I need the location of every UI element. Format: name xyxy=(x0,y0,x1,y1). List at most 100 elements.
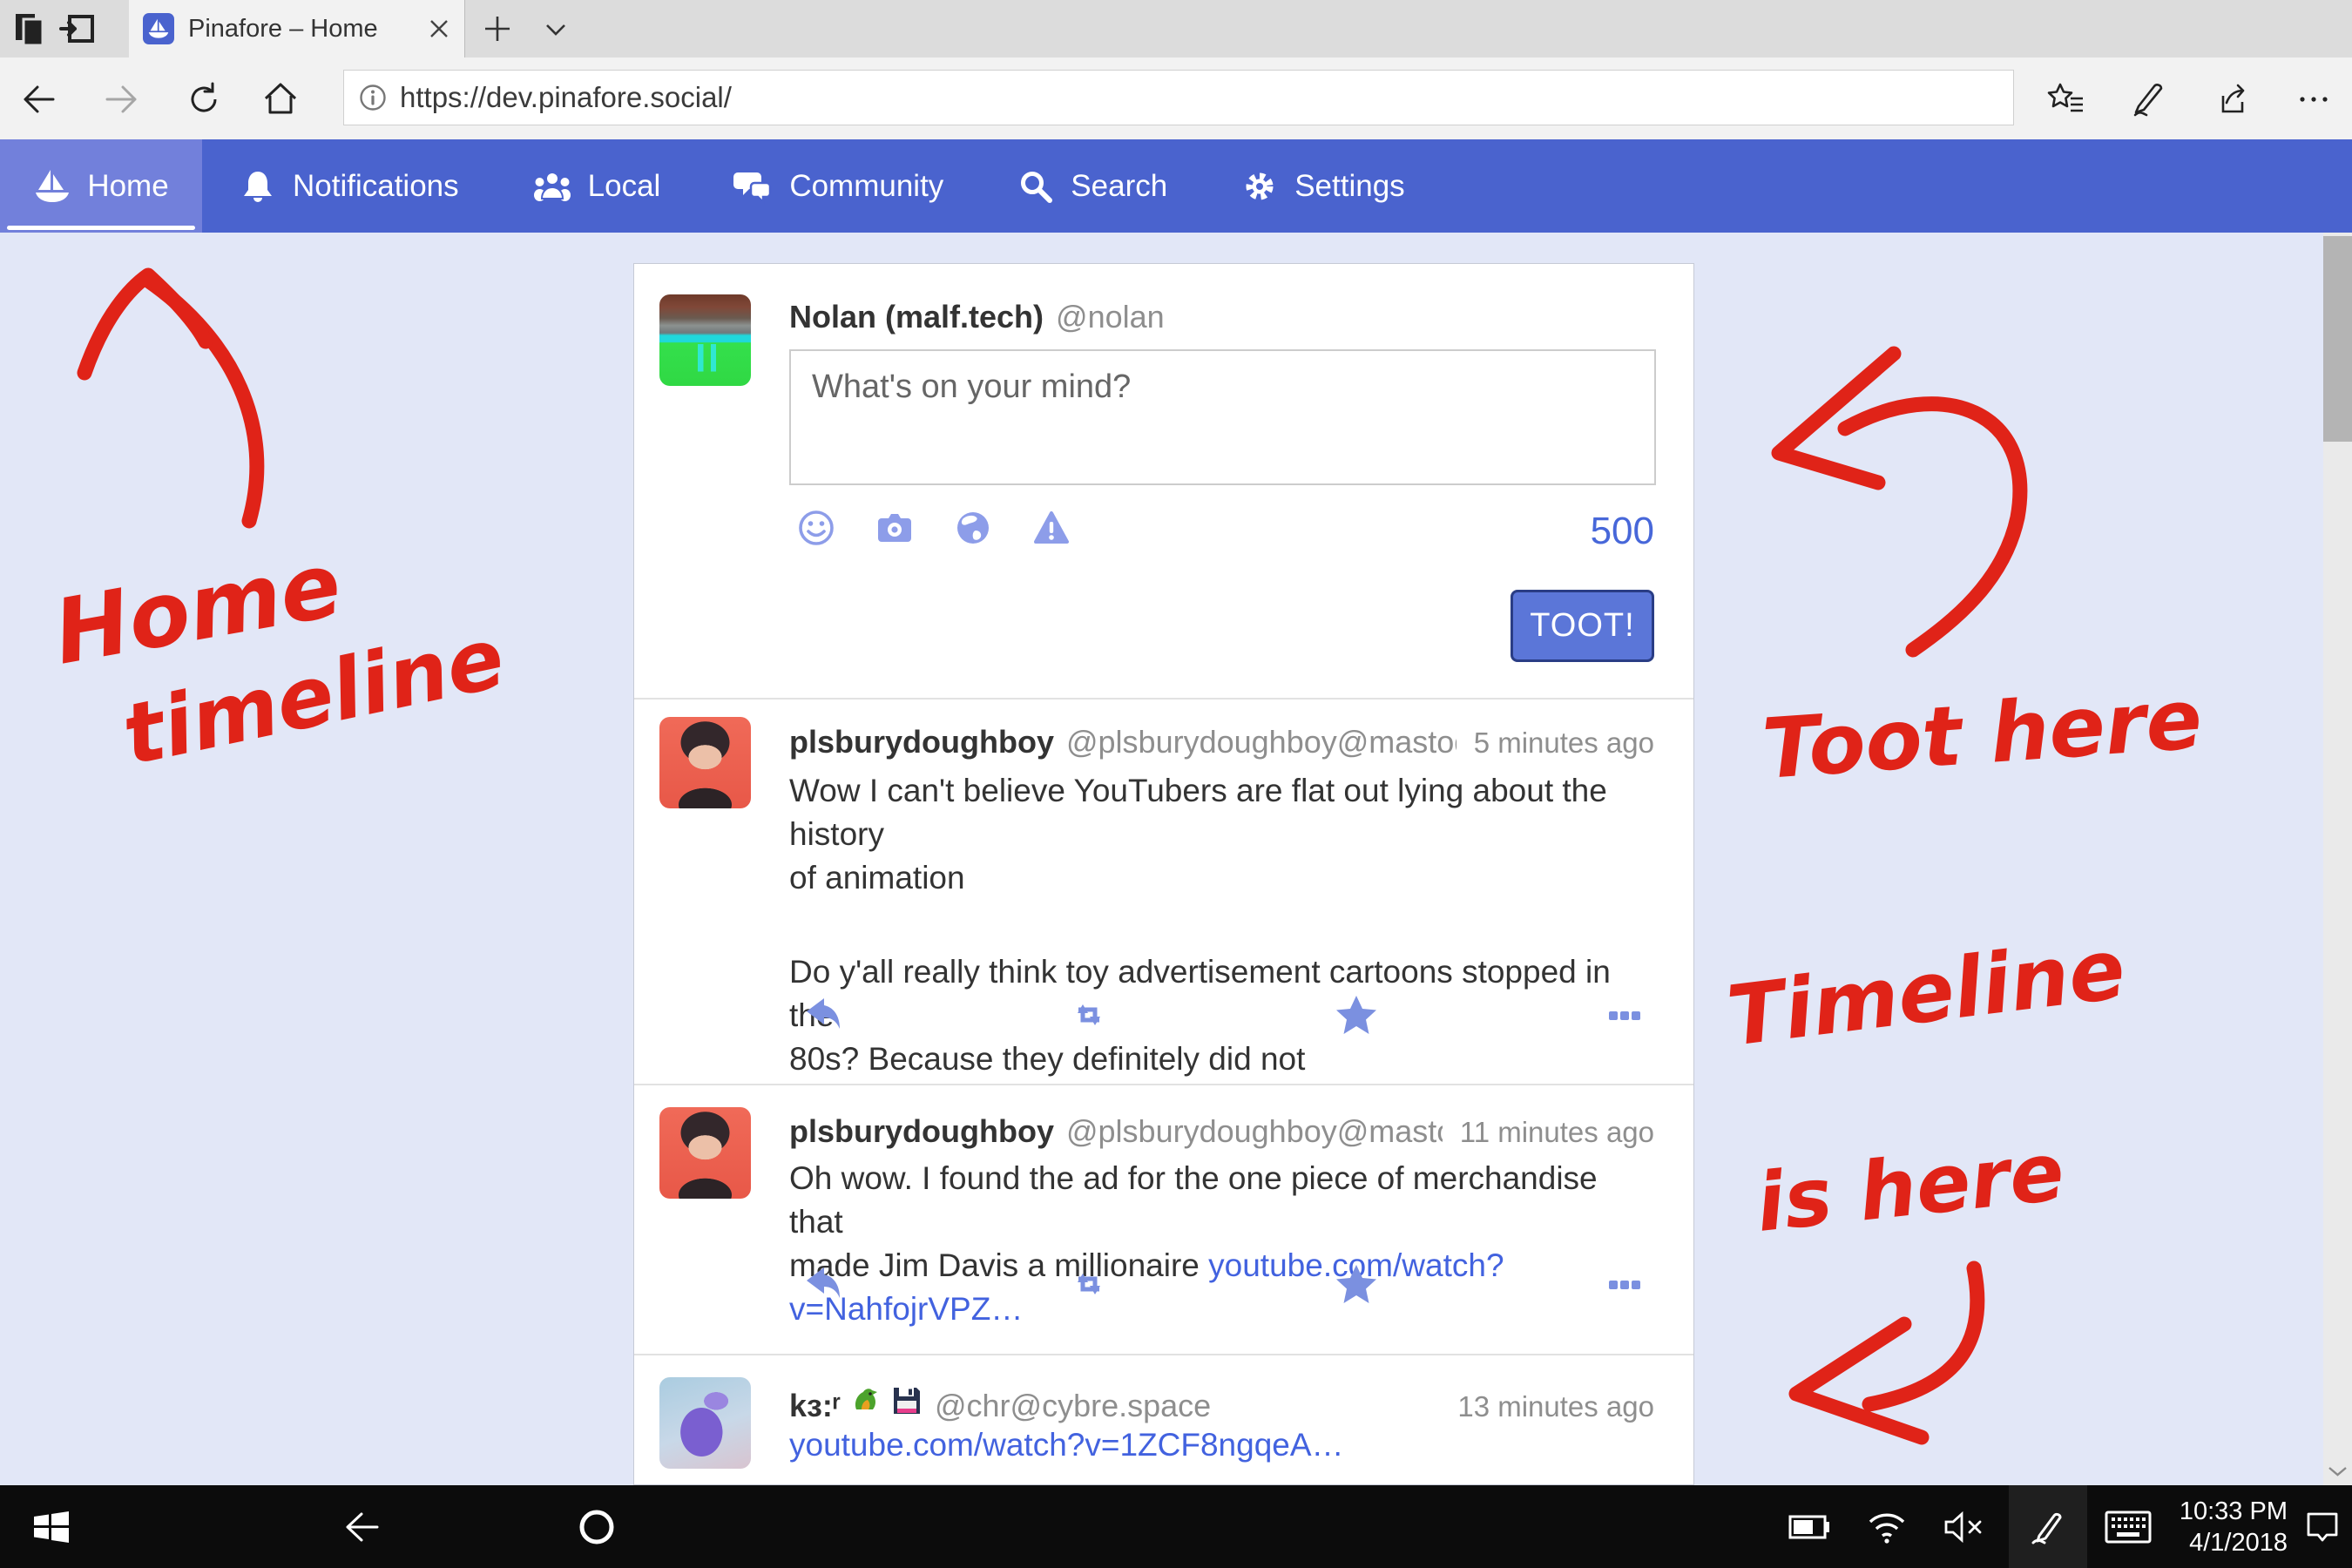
browser-forward-icon[interactable] xyxy=(98,75,146,124)
compose-user: Nolan (malf.tech)@nolan xyxy=(789,299,1165,335)
post-handle[interactable]: @plsburydoughboy@mastodon.so… xyxy=(1066,724,1456,760)
browser-more-icon[interactable] xyxy=(2289,75,2338,124)
post-display-name[interactable]: kз:ʳ xyxy=(789,1388,841,1424)
compose-display-name: Nolan (malf.tech) xyxy=(789,299,1044,335)
sailboat-icon xyxy=(33,167,71,206)
post-text-line: Oh wow. I found the ad for the one piece… xyxy=(789,1157,1654,1244)
scrollbar-down-icon[interactable] xyxy=(2327,1464,2349,1478)
emoji-icon[interactable] xyxy=(796,508,836,548)
favorite-star-icon[interactable] xyxy=(1334,1261,1379,1307)
post-handle[interactable]: @plsburydoughboy@mastodon.s… xyxy=(1066,1113,1443,1150)
post-timestamp[interactable]: 11 minutes ago xyxy=(1460,1116,1654,1149)
post-link[interactable]: youtube.com/watch?v=1ZCF8ngqeA… xyxy=(789,1427,1344,1463)
taskbar: 10:33 PM 4/1/2018 xyxy=(0,1485,2352,1568)
clock-time: 10:33 PM xyxy=(2180,1496,2288,1527)
battery-icon xyxy=(1788,1510,1832,1544)
boost-icon[interactable] xyxy=(1066,992,1112,1037)
reply-icon[interactable] xyxy=(798,992,843,1037)
nav-home[interactable]: Home xyxy=(0,139,202,233)
avatar[interactable] xyxy=(659,1377,751,1469)
avatar[interactable] xyxy=(659,1107,751,1199)
nav-community-label: Community xyxy=(789,169,943,204)
battery-tray-icon[interactable] xyxy=(1779,1485,1842,1568)
browser-back-icon[interactable] xyxy=(14,75,63,124)
nav-local[interactable]: Local xyxy=(496,139,698,233)
share-icon[interactable] xyxy=(2207,75,2256,124)
site-info-icon[interactable] xyxy=(358,83,388,112)
char-counter: 500 xyxy=(1591,510,1654,553)
camera-icon[interactable] xyxy=(875,508,915,548)
browser-home-icon[interactable] xyxy=(256,75,305,124)
content-warning-icon[interactable] xyxy=(1031,508,1071,548)
tab-close-icon[interactable] xyxy=(428,17,450,40)
post-more-icon[interactable] xyxy=(1602,1261,1647,1307)
compose-box: Nolan (malf.tech)@nolan 500 TOOT! xyxy=(634,264,1693,698)
post-display-name[interactable]: plsburydoughboy xyxy=(789,724,1054,760)
nav-notifications-label: Notifications xyxy=(293,169,459,204)
post-text-line: 80s? Because they definitely did not xyxy=(789,1037,1654,1081)
compose-input[interactable] xyxy=(789,349,1656,485)
tab-preview-icon[interactable] xyxy=(56,9,101,49)
chat-bubbles-icon xyxy=(733,167,774,206)
taskbar-back-button[interactable] xyxy=(314,1485,409,1568)
volume-tray-icon[interactable] xyxy=(1932,1485,1995,1568)
keyboard-icon xyxy=(2105,1509,2152,1545)
action-center-button[interactable] xyxy=(2293,1485,2352,1568)
wifi-tray-icon[interactable] xyxy=(1855,1485,1918,1568)
web-note-pen-icon[interactable] xyxy=(2126,75,2174,124)
post-actions xyxy=(798,1261,1647,1307)
post-display-name[interactable]: plsburydoughboy xyxy=(789,1113,1054,1150)
windows-logo-icon xyxy=(30,1506,72,1548)
nav-search-label: Search xyxy=(1071,169,1167,204)
nav-settings[interactable]: Settings xyxy=(1204,139,1441,233)
nav-search[interactable]: Search xyxy=(980,139,1204,233)
post-text-line: of animation xyxy=(789,856,1654,900)
favorites-hub-icon[interactable] xyxy=(2042,75,2091,124)
post-timestamp[interactable]: 5 minutes ago xyxy=(1474,727,1654,760)
start-button[interactable] xyxy=(12,1485,91,1568)
page-scrollbar[interactable] xyxy=(2323,233,2352,1485)
post-actions xyxy=(798,992,1647,1037)
nav-notifications[interactable]: Notifications xyxy=(202,139,496,233)
pen-icon xyxy=(2027,1506,2069,1548)
pen-tray-button[interactable] xyxy=(2009,1485,2087,1568)
post-timestamp[interactable]: 13 minutes ago xyxy=(1457,1390,1654,1423)
nav-settings-label: Settings xyxy=(1294,169,1404,204)
post-content: youtube.com/watch?v=1ZCF8ngqeA… xyxy=(789,1423,1654,1467)
nav-community[interactable]: Community xyxy=(697,139,980,233)
cortana-button[interactable] xyxy=(549,1485,645,1568)
dragon-emoji-icon xyxy=(849,1383,882,1416)
favorite-star-icon[interactable] xyxy=(1334,992,1379,1037)
browser-refresh-icon[interactable] xyxy=(179,75,228,124)
tab-list-dropdown-icon[interactable] xyxy=(533,9,578,49)
toot-button[interactable]: TOOT! xyxy=(1511,590,1654,662)
post-handle[interactable]: @chr@cybre.space xyxy=(935,1388,1440,1424)
speaker-mute-icon xyxy=(1942,1509,1985,1545)
post-more-icon[interactable] xyxy=(1602,992,1647,1037)
avatar[interactable] xyxy=(659,294,751,386)
browser-tab[interactable]: Pinafore – Home xyxy=(129,0,465,57)
pinafore-navbar: Home Notifications Local Community Searc… xyxy=(0,139,2352,233)
touch-keyboard-button[interactable] xyxy=(2091,1485,2166,1568)
tab-title: Pinafore – Home xyxy=(188,15,428,44)
reply-icon[interactable] xyxy=(798,1261,843,1307)
nav-home-label: Home xyxy=(87,169,168,204)
search-icon xyxy=(1017,167,1055,206)
timeline-card: Nolan (malf.tech)@nolan 500 TOOT! plsbur… xyxy=(633,263,1694,1485)
taskbar-clock[interactable]: 10:33 PM 4/1/2018 xyxy=(2169,1485,2288,1568)
browser-tab-bar: Pinafore – Home xyxy=(0,0,2352,57)
page-background: Nolan (malf.tech)@nolan 500 TOOT! plsbur… xyxy=(0,233,2352,1485)
avatar[interactable] xyxy=(659,717,751,808)
post-text-line: Wow I can't believe YouTubers are flat o… xyxy=(789,769,1654,856)
set-tabs-aside-icon[interactable] xyxy=(7,9,52,49)
people-icon xyxy=(532,167,572,206)
globe-icon[interactable] xyxy=(953,508,993,548)
url-bar[interactable]: https://dev.pinafore.social/ xyxy=(343,70,2014,125)
scrollbar-thumb[interactable] xyxy=(2323,236,2352,442)
wifi-icon xyxy=(1866,1508,1908,1546)
new-tab-button[interactable] xyxy=(475,9,520,49)
nav-local-label: Local xyxy=(588,169,661,204)
screen: Pinafore – Home https://dev.pinafore.soc… xyxy=(0,0,2352,1568)
post-2: plsburydoughboy @plsburydoughboy@mastodo… xyxy=(634,1085,1693,1354)
boost-icon[interactable] xyxy=(1066,1261,1112,1307)
